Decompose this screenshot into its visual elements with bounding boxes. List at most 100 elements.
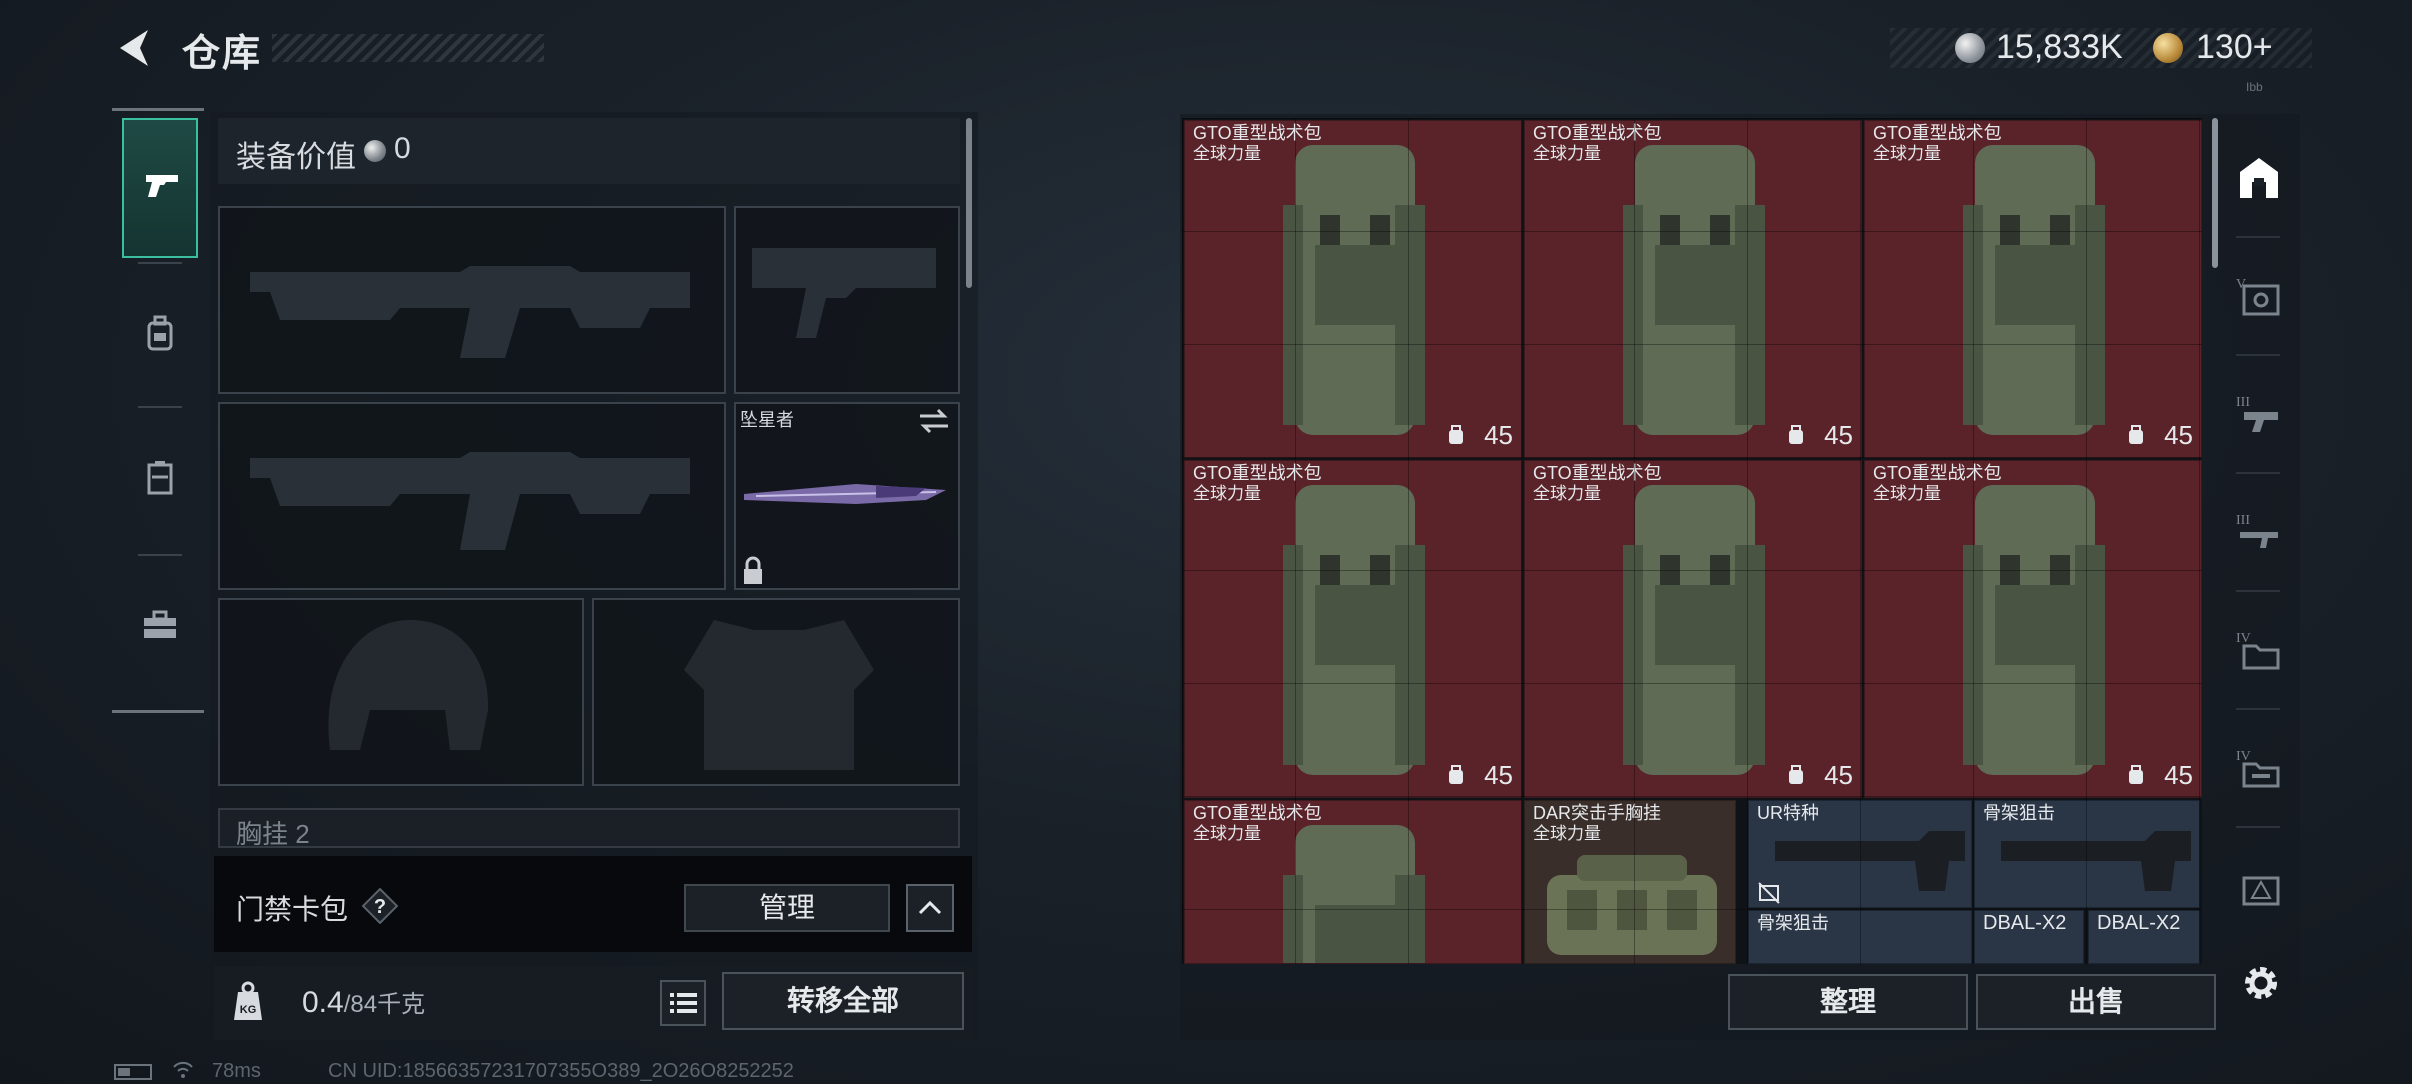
category-home[interactable] bbox=[2218, 126, 2294, 226]
ping-value: 78ms bbox=[212, 1060, 261, 1082]
capacity-icon bbox=[1789, 765, 1803, 784]
chest-rig-count: 2 bbox=[295, 819, 310, 849]
sort-button[interactable]: 整理 bbox=[1728, 974, 1968, 1030]
left-tabs-bottom-line bbox=[112, 710, 204, 713]
item-name: 骨架狙击 bbox=[1757, 913, 1829, 933]
tab-locker[interactable] bbox=[122, 412, 198, 552]
category-warning[interactable] bbox=[2218, 834, 2294, 934]
keycard-label: 门禁卡包 bbox=[236, 894, 349, 925]
storage-item-laser[interactable]: DBAL-X2 bbox=[1974, 910, 2084, 964]
backpack-icon bbox=[147, 315, 173, 351]
storage-item-stock[interactable]: 骨架狙击 bbox=[1748, 910, 1972, 964]
melee-name: 坠星者 bbox=[740, 410, 794, 430]
helmet-slot[interactable] bbox=[218, 598, 584, 786]
wifi-icon bbox=[173, 1061, 193, 1078]
list-view-button[interactable] bbox=[660, 980, 706, 1026]
capacity-icon bbox=[1449, 765, 1463, 784]
gear-icon[interactable] bbox=[2236, 958, 2286, 1008]
backpack-image-icon bbox=[1623, 485, 1765, 775]
item-subtitle: 全球力量 bbox=[1533, 484, 1601, 503]
item-subtitle: 全球力量 bbox=[1873, 144, 1941, 163]
svg-text:IV: IV bbox=[2236, 749, 2251, 764]
tab-backpack[interactable] bbox=[122, 268, 198, 408]
storage-item-backpack[interactable]: GTO重型战术包 全球力量 45 bbox=[1524, 120, 1862, 458]
pistol-silhouette-icon bbox=[752, 248, 936, 338]
tier-iv-case-icon: IV bbox=[2236, 749, 2280, 788]
premium-amount[interactable]: 130+ bbox=[2196, 28, 2273, 67]
pistol-slot[interactable] bbox=[734, 206, 960, 394]
item-capacity: 45 bbox=[2164, 760, 2193, 790]
storage-item-stock[interactable]: 骨架狙击 bbox=[1974, 800, 2200, 908]
capacity-icon bbox=[1449, 425, 1463, 444]
tab-toolbox[interactable] bbox=[122, 560, 198, 700]
backpack-image-icon bbox=[1283, 825, 1425, 963]
currency-note: Ibb bbox=[2246, 80, 2263, 94]
transfer-all-button[interactable]: 转移全部 bbox=[722, 972, 964, 1030]
category-tier-iii-a[interactable]: III bbox=[2218, 362, 2294, 462]
storage-item-backpack[interactable]: GTO重型战术包 全球力量 45 bbox=[1864, 120, 2202, 458]
backpack-image-icon bbox=[1283, 145, 1425, 435]
secondary-weapon-slot[interactable] bbox=[218, 402, 726, 590]
tab-divider bbox=[138, 262, 182, 264]
category-tier-iv-b[interactable]: IV bbox=[2218, 716, 2294, 816]
equipment-value-label: 装备价值 bbox=[236, 141, 356, 174]
item-name: GTO重型战术包 bbox=[1533, 463, 1662, 483]
list-icon bbox=[670, 993, 697, 1013]
category-divider bbox=[2236, 826, 2280, 828]
toolbox-icon bbox=[144, 610, 176, 638]
tab-weapons[interactable] bbox=[122, 118, 198, 258]
svg-text:?: ? bbox=[374, 896, 386, 918]
category-divider bbox=[2236, 590, 2280, 592]
sell-button[interactable]: 出售 bbox=[1976, 974, 2216, 1030]
category-tier-iv-a[interactable]: IV bbox=[2218, 598, 2294, 698]
category-tier-v[interactable]: V bbox=[2218, 244, 2294, 344]
backpack-image-icon bbox=[1623, 145, 1765, 435]
item-capacity: 45 bbox=[1824, 420, 1853, 450]
item-name: UR特种 bbox=[1757, 803, 1819, 823]
storage-item-backpack[interactable]: GTO重型战术包 全球力量 45 bbox=[1184, 460, 1522, 798]
swap-icon[interactable] bbox=[918, 408, 950, 434]
lock-icon bbox=[744, 556, 762, 584]
equipment-value: 0 bbox=[394, 132, 411, 165]
item-name: 骨架狙击 bbox=[1983, 803, 2055, 823]
battery-icon bbox=[114, 1064, 152, 1080]
helmet-silhouette-icon bbox=[328, 620, 489, 750]
storage-item-backpack[interactable]: GTO重型战术包 全球力量 bbox=[1184, 800, 1522, 964]
category-divider bbox=[2236, 236, 2280, 238]
primary-weapon-slot[interactable] bbox=[218, 206, 726, 394]
storage-item-backpack[interactable]: GTO重型战术包 全球力量 45 bbox=[1184, 120, 1522, 458]
manage-button[interactable]: 管理 bbox=[684, 884, 890, 932]
storage-item-backpack[interactable]: GTO重型战术包 全球力量 45 bbox=[1524, 460, 1862, 798]
item-name: GTO重型战术包 bbox=[1193, 463, 1322, 483]
gold-coin-icon bbox=[2153, 33, 2183, 63]
currency-amount[interactable]: 15,833K bbox=[1996, 28, 2123, 67]
armor-slot[interactable] bbox=[592, 598, 960, 786]
backpack-image-icon bbox=[1963, 485, 2105, 775]
item-subtitle: 全球力量 bbox=[1533, 824, 1601, 843]
item-subtitle: 全球力量 bbox=[1193, 484, 1261, 503]
stock-image-icon bbox=[1775, 831, 1965, 891]
silver-coin-icon bbox=[1955, 33, 1985, 63]
home-storage-icon bbox=[2240, 158, 2278, 198]
back-button[interactable] bbox=[110, 24, 158, 72]
item-name: GTO重型战术包 bbox=[1873, 123, 2002, 143]
help-icon[interactable]: ? bbox=[362, 888, 398, 924]
storage-item-backpack[interactable]: GTO重型战术包 全球力量 45 bbox=[1864, 460, 2202, 798]
equipment-scrollbar[interactable] bbox=[966, 118, 972, 288]
storage-item-chest-rig[interactable]: DAR突击手胸挂 全球力量 bbox=[1524, 800, 1736, 964]
collapse-button[interactable] bbox=[906, 884, 954, 932]
svg-text:IV: IV bbox=[2236, 631, 2251, 646]
backpack-image-icon bbox=[1283, 485, 1425, 775]
item-name: DAR突击手胸挂 bbox=[1533, 803, 1662, 823]
item-name: GTO重型战术包 bbox=[1533, 123, 1662, 143]
storage-item-stock[interactable]: UR特种 bbox=[1748, 800, 1972, 908]
item-capacity: 45 bbox=[2164, 420, 2193, 450]
warning-box-icon bbox=[2242, 876, 2280, 906]
item-subtitle: 全球力量 bbox=[1873, 484, 1941, 503]
storage-item-laser[interactable]: DBAL-X2 bbox=[2088, 910, 2200, 964]
stock-image-icon bbox=[2001, 831, 2191, 891]
capacity-icon bbox=[2129, 425, 2143, 444]
chest-rig-slot[interactable] bbox=[218, 808, 960, 848]
category-tier-iii-b[interactable]: III bbox=[2218, 480, 2294, 580]
tab-divider bbox=[138, 554, 182, 556]
